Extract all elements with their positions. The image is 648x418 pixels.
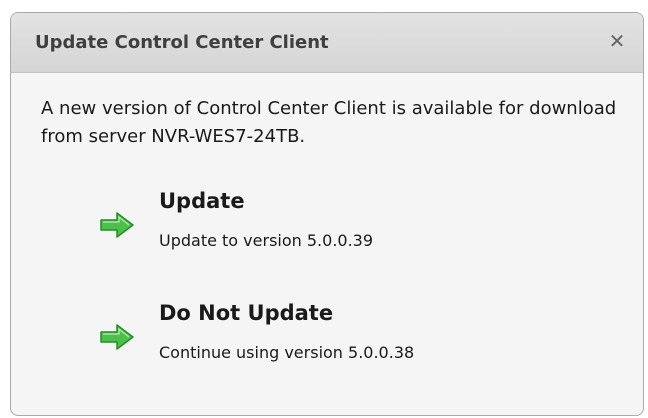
do-not-update-option[interactable]: Do Not Update Continue using version 5.0… — [99, 297, 599, 381]
do-not-update-option-title: Do Not Update — [159, 301, 334, 325]
update-dialog: Update Control Center Client ✕ A new ver… — [10, 12, 644, 416]
update-option-subtitle: Update to version 5.0.0.39 — [159, 231, 374, 250]
update-option[interactable]: Update Update to version 5.0.0.39 — [99, 185, 599, 269]
do-not-update-option-subtitle: Continue using version 5.0.0.38 — [159, 343, 415, 362]
update-option-title: Update — [159, 189, 245, 213]
green-arrow-icon — [100, 212, 134, 238]
close-icon[interactable]: ✕ — [605, 29, 629, 53]
dialog-titlebar: Update Control Center Client ✕ — [11, 13, 643, 73]
green-arrow-icon — [100, 324, 134, 350]
dialog-title: Update Control Center Client — [35, 32, 329, 53]
dialog-message: A new version of Control Center Client i… — [41, 98, 617, 147]
